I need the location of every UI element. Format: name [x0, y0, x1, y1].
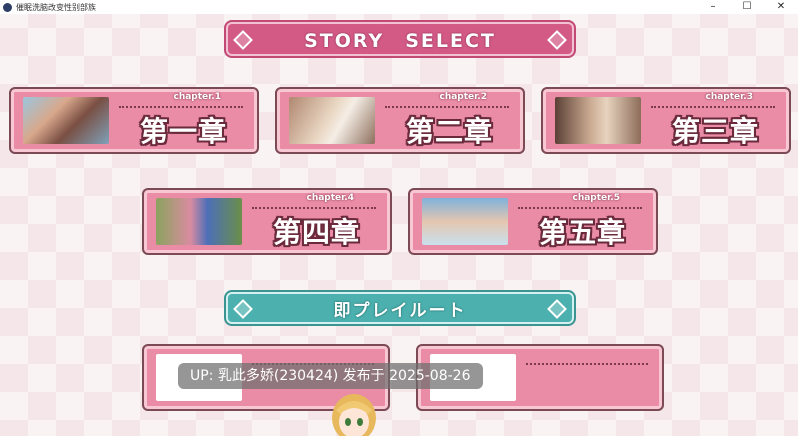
window-controls: – ☐ ✕: [696, 0, 798, 14]
chapter-2-card[interactable]: chapter.2 第二章: [275, 87, 525, 154]
chapter-1-card[interactable]: chapter.1 第一章: [9, 87, 259, 154]
chapter-5-label: chapter.5: [572, 193, 620, 203]
dotted-divider: [252, 207, 376, 209]
chapter-4-name: 第四章: [272, 216, 360, 249]
chapter-1-thumbnail: [23, 97, 109, 144]
story-select-title: STORY SELECT: [304, 29, 496, 52]
uploader-watermark: UP: 乳此多娇(230424) 发布于 2025-08-26: [178, 363, 483, 389]
chapter-3-name: 第三章: [671, 115, 759, 148]
dotted-divider: [385, 106, 509, 108]
chapter-2-name: 第二章: [405, 115, 493, 148]
instant-play-route-banner: 即プレイルート: [226, 292, 574, 324]
dotted-divider: [651, 106, 775, 108]
dotted-divider: [526, 363, 648, 365]
chapter-5-thumbnail: [422, 198, 508, 245]
maximize-button[interactable]: ☐: [730, 0, 764, 14]
window-titlebar: 催眠洗脑改变性别部族 – ☐ ✕: [0, 0, 798, 14]
window-title: 催眠洗脑改变性别部族: [16, 2, 96, 12]
diamond-ornament-icon: [233, 299, 253, 319]
close-button[interactable]: ✕: [764, 0, 798, 14]
chapter-3-label: chapter.3: [705, 92, 753, 102]
chapter-2-thumbnail: [289, 97, 375, 144]
story-select-banner: STORY SELECT: [226, 22, 574, 56]
instant-play-route-title: 即プレイルート: [333, 300, 467, 321]
diamond-ornament-icon: [547, 30, 567, 50]
chapter-1-name: 第一章: [139, 115, 227, 148]
chapter-4-label: chapter.4: [306, 193, 354, 203]
chapter-1-label: chapter.1: [173, 92, 221, 102]
chapter-5-name: 第五章: [538, 216, 626, 249]
chapter-2-label: chapter.2: [439, 92, 487, 102]
app-icon: [3, 2, 12, 12]
diamond-ornament-icon: [233, 30, 253, 50]
chapter-3-card[interactable]: chapter.3 第三章: [541, 87, 791, 154]
minimize-button[interactable]: –: [696, 0, 730, 14]
chapter-4-card[interactable]: chapter.4 第四章: [142, 188, 392, 255]
chapter-5-card[interactable]: chapter.5 第五章: [408, 188, 658, 255]
dotted-divider: [518, 207, 642, 209]
diamond-ornament-icon: [547, 299, 567, 319]
character-sprite: [332, 394, 376, 436]
chapter-3-thumbnail: [555, 97, 641, 144]
dotted-divider: [119, 106, 243, 108]
chapter-4-thumbnail: [156, 198, 242, 245]
